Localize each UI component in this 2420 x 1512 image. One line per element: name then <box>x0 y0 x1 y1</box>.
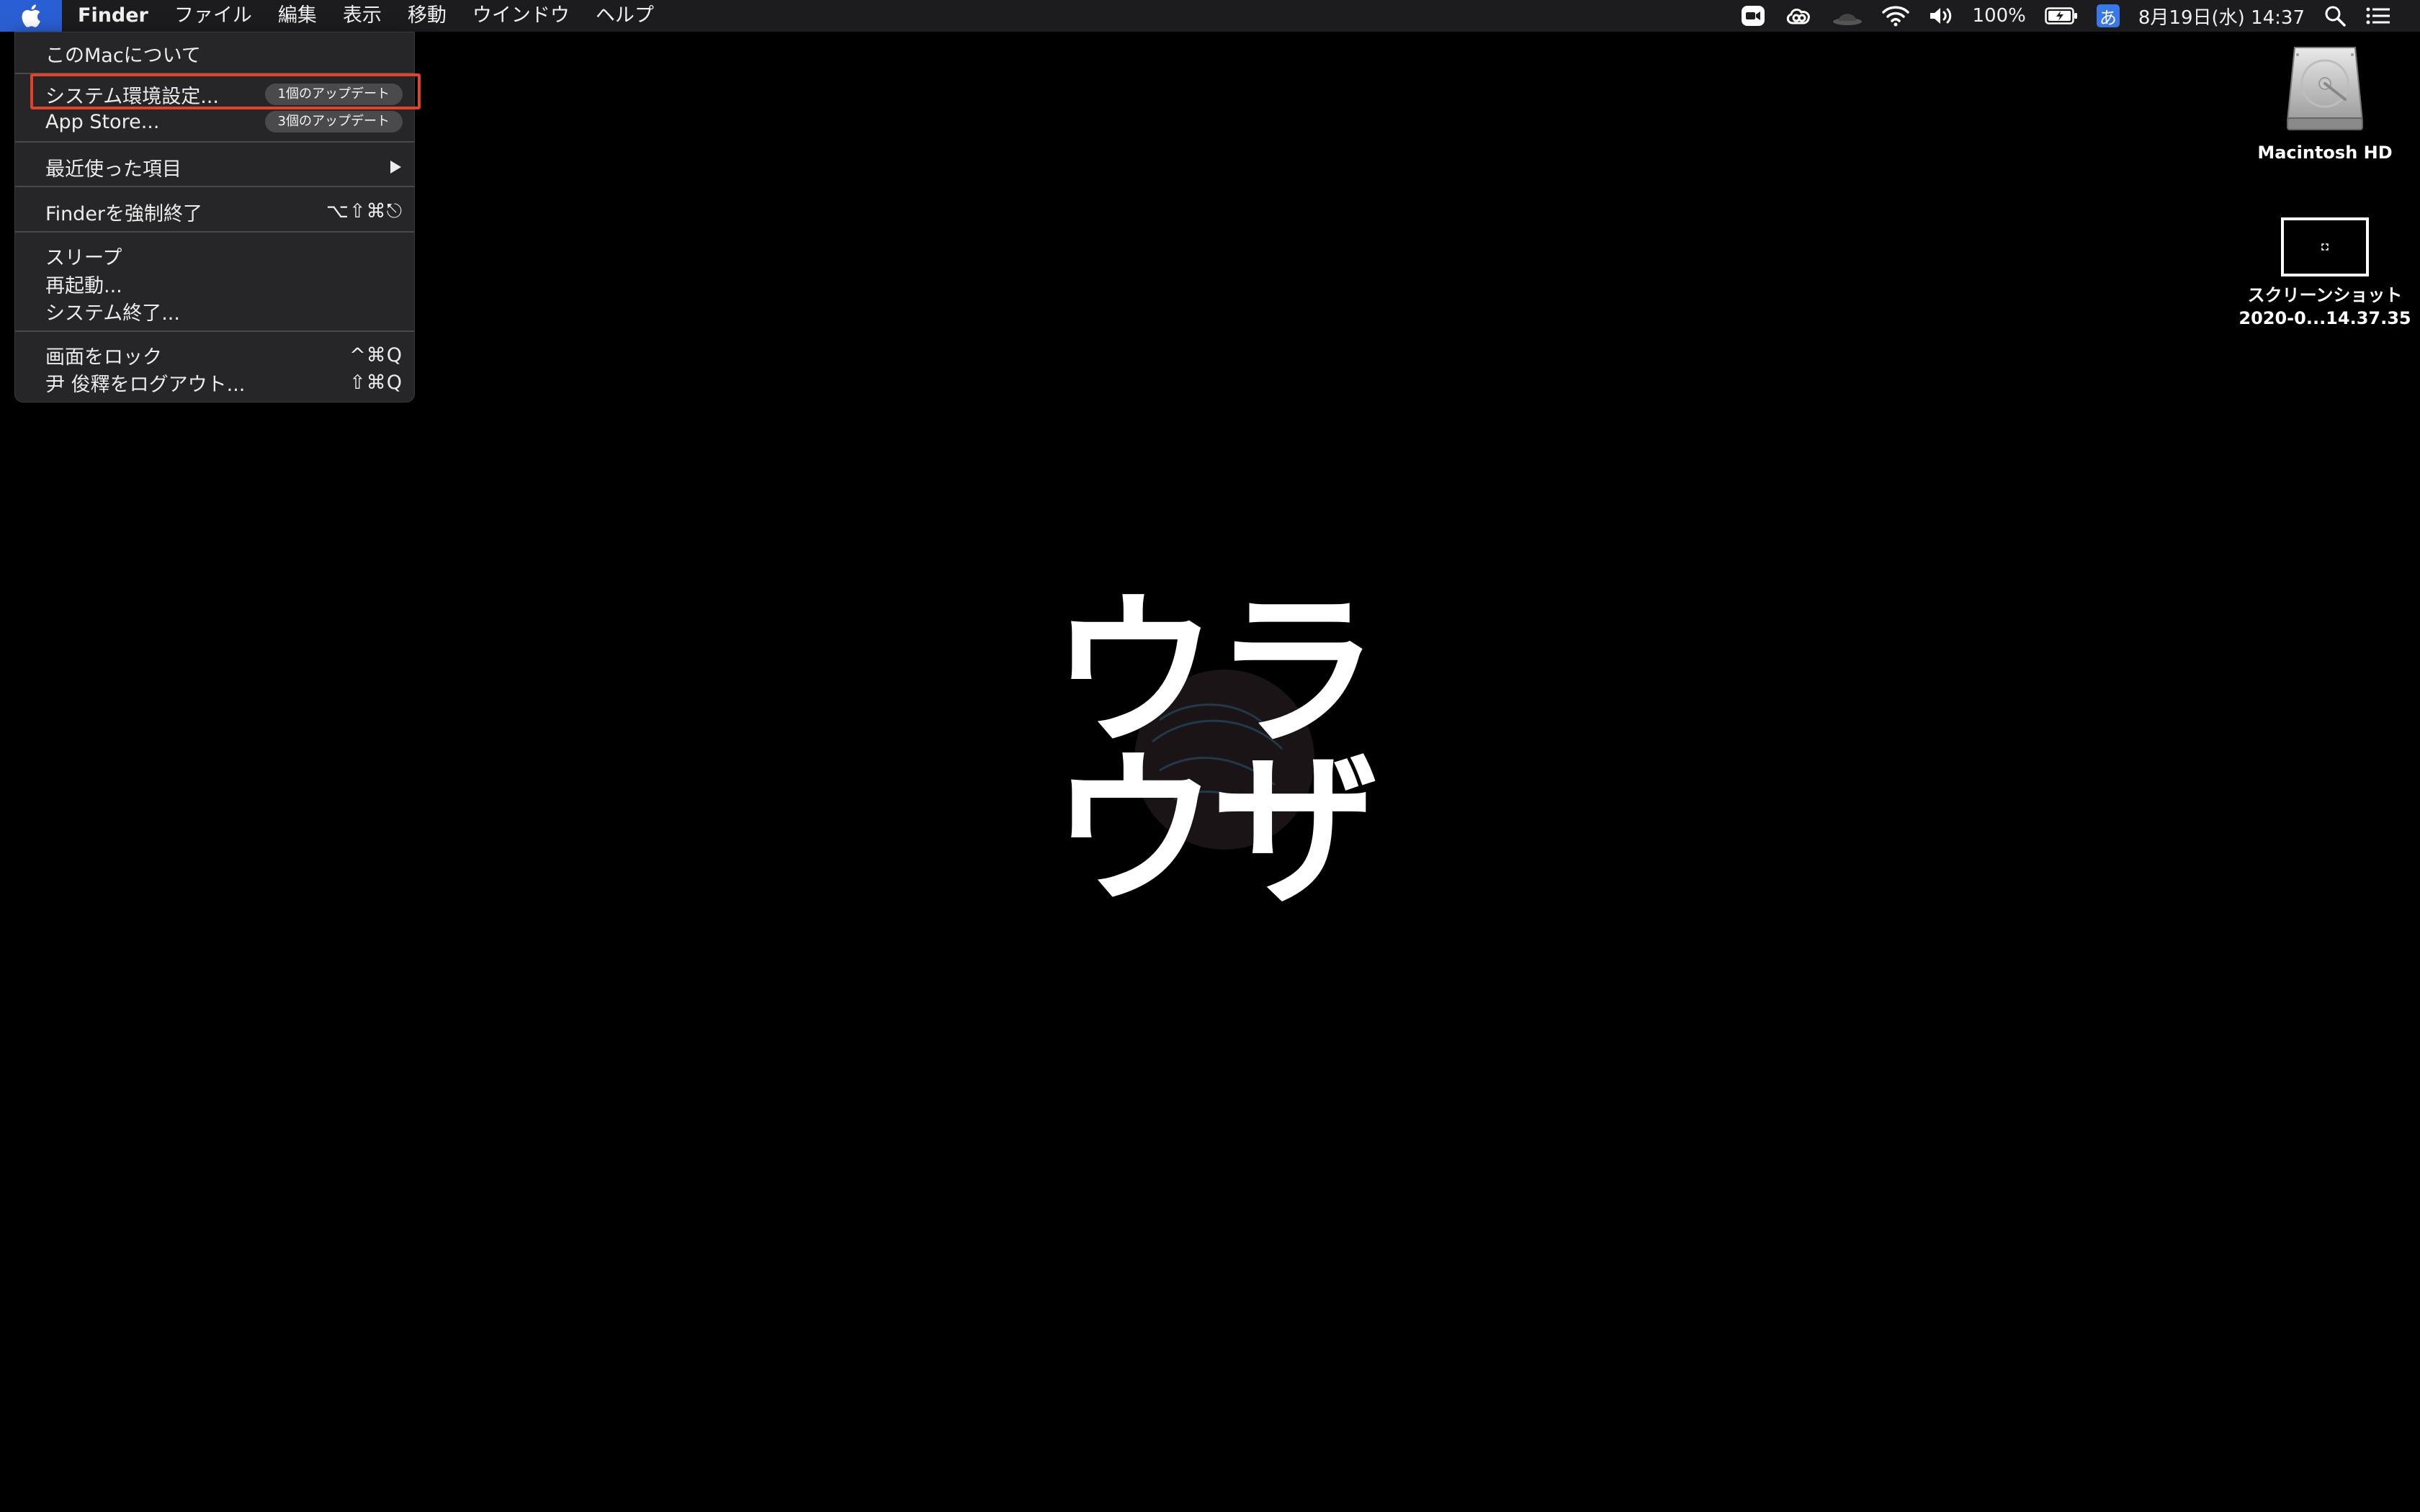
menu-separator <box>15 186 414 187</box>
search-icon[interactable] <box>2323 0 2347 32</box>
wifi-icon[interactable] <box>1881 0 1909 32</box>
desktop-icon-label-line2: 2020-0...14.37.35 <box>2238 308 2411 328</box>
desktop: Finder ファイル 編集 表示 移動 ウインドウ ヘルプ 100% あ 8月… <box>0 0 2420 1512</box>
battery-percent[interactable]: 100% <box>1973 5 2026 27</box>
menu-separator <box>15 330 414 332</box>
menu-bar: Finder ファイル 編集 表示 移動 ウインドウ ヘルプ 100% あ 8月… <box>0 0 2420 32</box>
menu-help[interactable]: ヘルプ <box>583 0 667 32</box>
menu-item-label: 最近使った項目 <box>45 158 182 181</box>
menu-item-sleep[interactable]: スリープ <box>15 242 414 269</box>
menu-item-app-store[interactable]: App Store... 3個のアップデート <box>15 108 414 135</box>
menu-item-label: システム終了... <box>45 302 180 325</box>
menu-view[interactable]: 表示 <box>330 0 395 32</box>
creative-cloud-icon[interactable] <box>1784 0 1813 32</box>
hard-drive-icon <box>2286 47 2364 130</box>
menu-item-about-this-mac[interactable]: このMacについて <box>15 40 414 67</box>
desktop-icon-label: Macintosh HD <box>2257 143 2393 163</box>
update-badge: 1個のアップデート <box>264 84 403 105</box>
menu-item-label: Finderを強制終了 <box>45 202 203 225</box>
input-method-badge[interactable]: あ <box>2096 4 2120 28</box>
desktop-icon-screenshot[interactable]: スクリーンショット 2020-0...14.37.35 <box>2231 216 2419 330</box>
menu-item-recent-items[interactable]: 最近使った項目 <box>15 153 414 181</box>
menu-item-force-quit[interactable]: Finderを強制終了 ⌥⇧⌘⎋ <box>15 198 414 225</box>
wallpaper-char: ラ <box>1214 577 1380 769</box>
zoom-icon[interactable] <box>1741 0 1765 32</box>
menu-item-label: このMacについて <box>45 44 201 67</box>
apple-icon <box>22 4 40 27</box>
wallpaper-char: ウ <box>1052 735 1218 927</box>
menu-edit[interactable]: 編集 <box>265 0 330 32</box>
menu-separator <box>15 231 414 233</box>
menu-item-lock-screen[interactable]: 画面をロック ^⌘Q <box>15 341 414 369</box>
menu-item-system-preferences[interactable]: システム環境設定... 1個のアップデート <box>15 81 414 108</box>
keyboard-shortcut: ^⌘Q <box>349 343 403 366</box>
apple-menu-button[interactable] <box>0 0 62 32</box>
menubar-clock[interactable]: 8月19日(水) 14:37 <box>2138 3 2305 30</box>
menu-item-label: システム環境設定... <box>45 85 219 108</box>
menu-item-shutdown[interactable]: システム終了... <box>15 297 414 325</box>
desktop-icon-macintosh-hd[interactable]: Macintosh HD <box>2231 42 2419 164</box>
wallpaper-logo: ウ ラ ウ ザ <box>1052 576 1390 922</box>
apple-menu-dropdown: このMacについて システム環境設定... 1個のアップデート App Stor… <box>14 32 415 402</box>
volume-icon[interactable] <box>1928 0 1954 32</box>
menu-item-log-out[interactable]: 尹 俊釋をログアウト... ⇧⌘Q <box>15 369 414 396</box>
menu-window[interactable]: ウインドウ <box>460 0 583 32</box>
menu-item-label: スリープ <box>45 246 122 269</box>
keyboard-shortcut: ⌥⇧⌘⎋ <box>326 200 403 222</box>
wallpaper-char: ウ <box>1052 577 1218 769</box>
menu-item-label: 尹 俊釋をログアウト... <box>45 373 246 396</box>
battery-icon[interactable] <box>2045 0 2078 32</box>
menu-go[interactable]: 移動 <box>395 0 460 32</box>
menu-file[interactable]: ファイル <box>161 0 265 32</box>
menu-item-label: 画面をロック <box>45 346 162 369</box>
control-list-icon[interactable] <box>2365 0 2391 32</box>
menu-item-restart[interactable]: 再起動... <box>15 270 414 297</box>
menu-separator <box>15 73 414 74</box>
update-badge: 3個のアップデート <box>264 111 403 132</box>
menu-separator <box>15 141 414 143</box>
menu-item-label: App Store... <box>45 110 160 133</box>
menu-item-label: 再起動... <box>45 274 122 297</box>
wallpaper-char: ザ <box>1214 735 1380 927</box>
submenu-arrow-icon <box>390 161 401 174</box>
menu-app-finder[interactable]: Finder <box>62 0 161 32</box>
screenshot-thumbnail-icon <box>2281 217 2369 276</box>
desktop-icon-label-line1: スクリーンショット <box>2247 285 2403 305</box>
keyboard-shortcut: ⇧⌘Q <box>349 371 403 394</box>
hat-icon[interactable] <box>1832 0 1863 32</box>
